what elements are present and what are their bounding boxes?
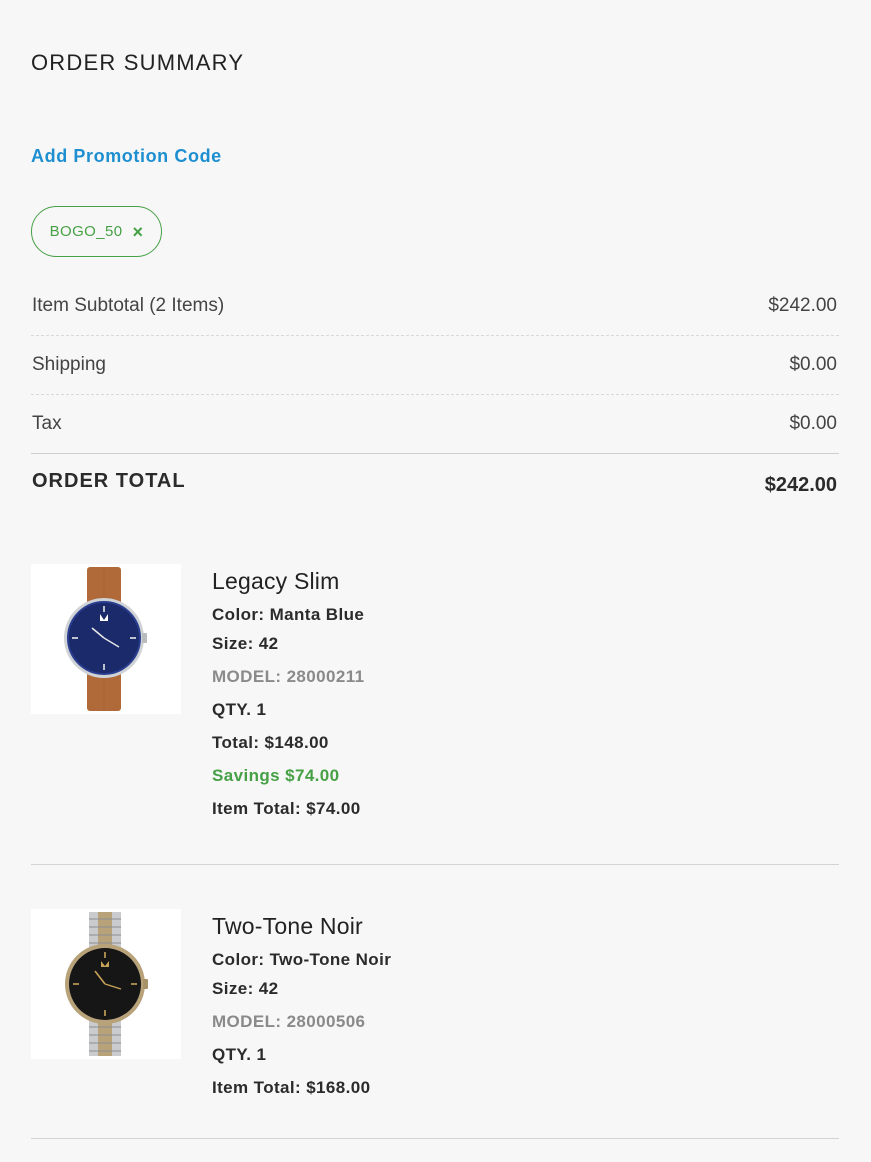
tax-label: Tax: [32, 413, 62, 434]
watch-icon: [65, 912, 148, 1056]
product-image[interactable]: [31, 909, 181, 1059]
shipping-label: Shipping: [32, 354, 106, 375]
item-details: Legacy Slim Color: Manta Blue Size: 42 M…: [212, 564, 364, 819]
subtotal-label: Item Subtotal (2 Items): [32, 295, 225, 316]
product-item-total: Item Total: $168.00: [212, 1078, 371, 1097]
product-qty: QTY. 1: [212, 700, 267, 719]
page-title: ORDER SUMMARY: [31, 50, 245, 75]
product-size: Size: 42: [212, 979, 279, 998]
product-color: Color: Manta Blue: [212, 605, 365, 624]
order-total-row: ORDER TOTAL $242.00: [31, 470, 839, 497]
subtotal-value: $242.00: [768, 295, 837, 316]
item-details: Two-Tone Noir Color: Two-Tone Noir Size:…: [212, 909, 391, 1098]
product-model: MODEL: 28000506: [212, 1012, 366, 1031]
product-item-total: Item Total: $74.00: [212, 799, 361, 818]
order-total-label: ORDER TOTAL: [32, 470, 186, 492]
promo-code-label: BOGO_50: [49, 223, 123, 240]
tax-row: Tax $0.00: [31, 395, 839, 454]
product-image[interactable]: [31, 564, 181, 714]
product-total: Total: $148.00: [212, 733, 329, 752]
cart-item: Two-Tone Noir Color: Two-Tone Noir Size:…: [31, 909, 839, 1139]
promo-code-chip[interactable]: BOGO_50 ×: [31, 206, 162, 257]
subtotal-row: Item Subtotal (2 Items) $242.00: [31, 277, 839, 336]
product-qty: QTY. 1: [212, 1045, 267, 1064]
close-icon[interactable]: ×: [132, 223, 143, 241]
product-savings: Savings $74.00: [212, 766, 340, 785]
product-color: Color: Two-Tone Noir: [212, 950, 392, 969]
watch-icon: [64, 567, 147, 711]
shipping-row: Shipping $0.00: [31, 336, 839, 395]
add-promotion-code-link[interactable]: Add Promotion Code: [31, 146, 222, 167]
shipping-value: $0.00: [789, 354, 837, 375]
cart-item: Legacy Slim Color: Manta Blue Size: 42 M…: [31, 564, 839, 865]
tax-value: $0.00: [789, 413, 837, 434]
order-total-value: $242.00: [764, 474, 837, 496]
product-name[interactable]: Legacy Slim: [212, 568, 364, 595]
product-model: MODEL: 28000211: [212, 667, 365, 686]
product-size: Size: 42: [212, 634, 279, 653]
product-name[interactable]: Two-Tone Noir: [212, 913, 391, 940]
